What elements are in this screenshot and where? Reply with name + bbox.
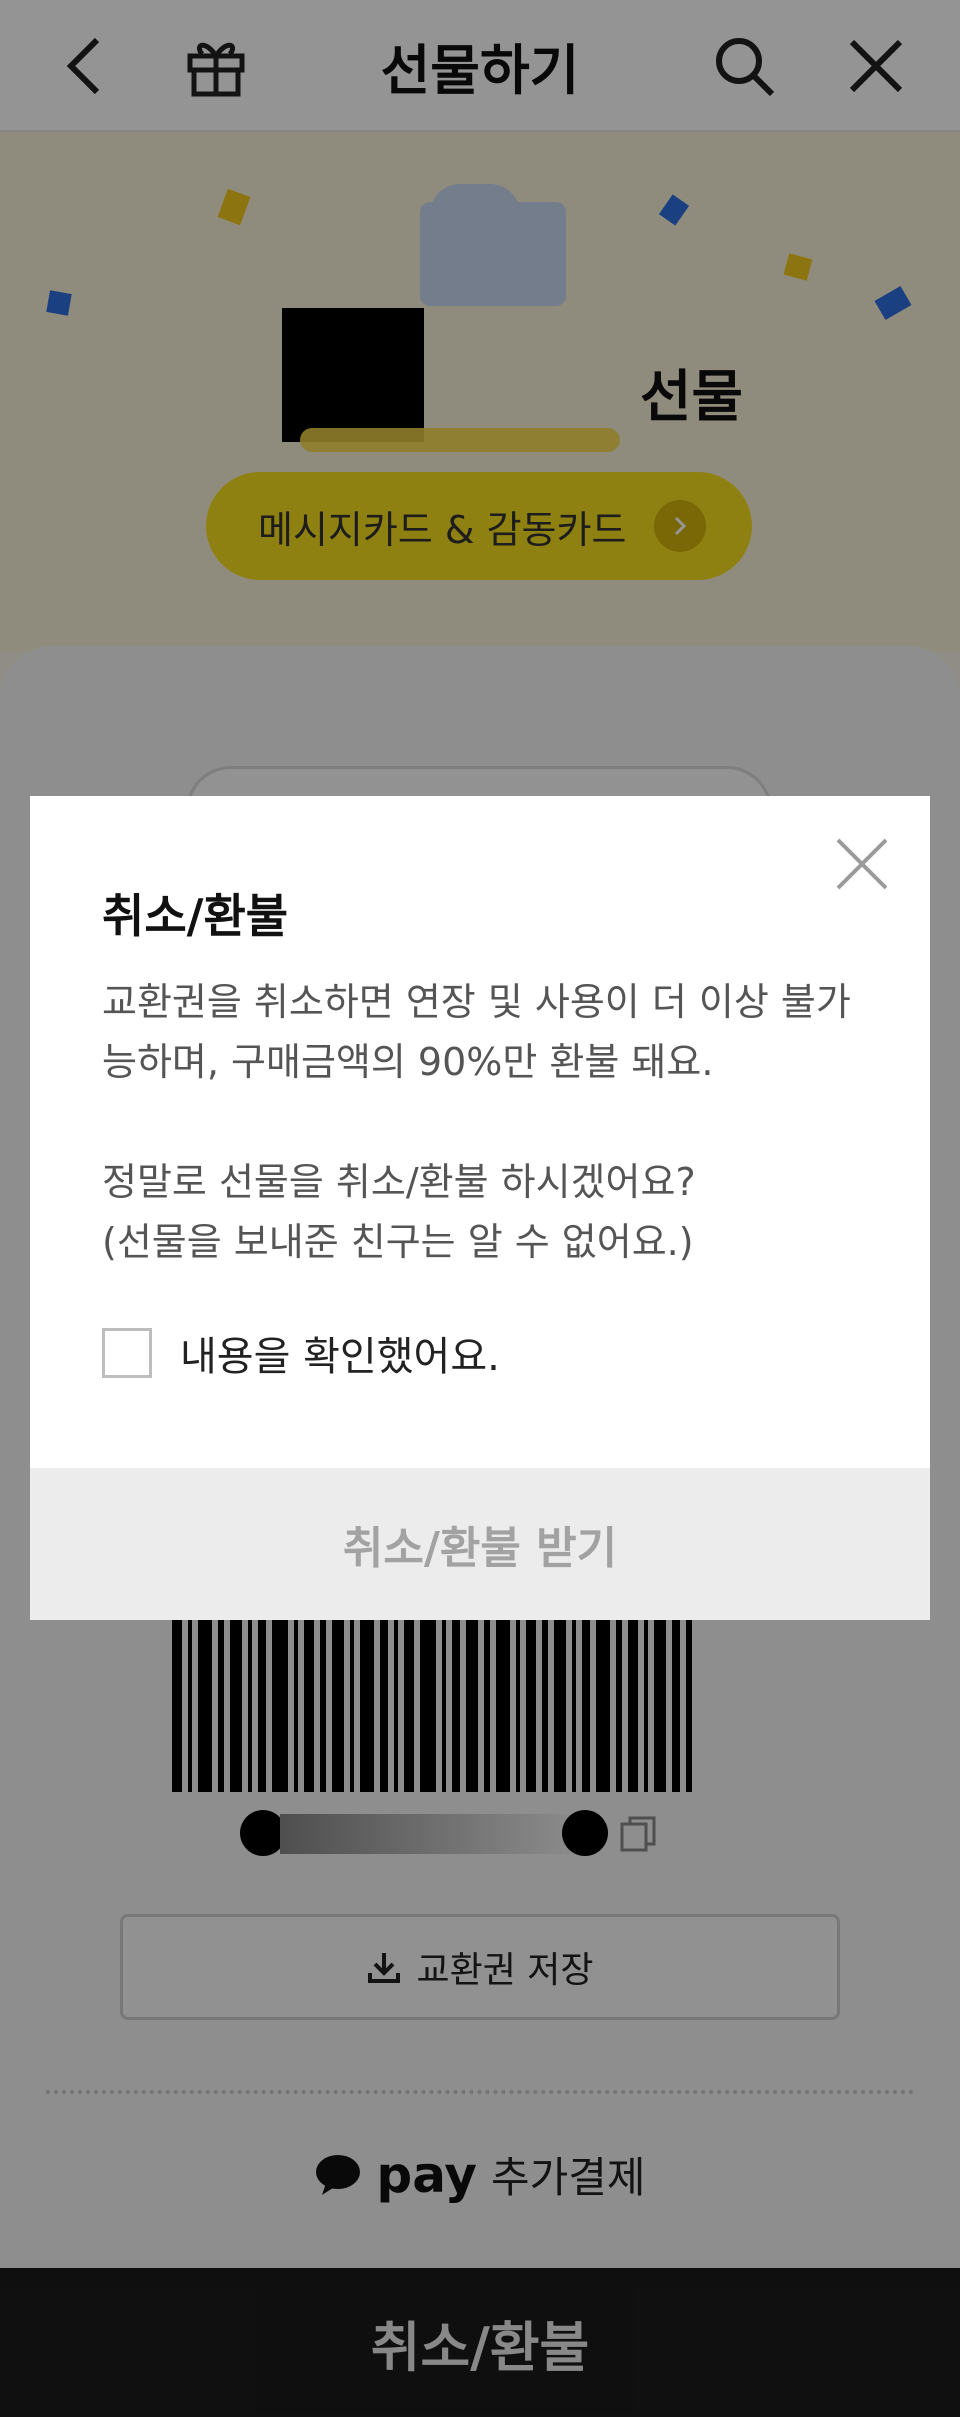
confirm-checkbox-row[interactable]: 내용을 확인했어요.: [102, 1324, 500, 1382]
close-icon: [836, 838, 888, 890]
confirm-checkbox[interactable]: [102, 1328, 152, 1378]
dialog-body: 교환권을 취소하면 연장 및 사용이 더 이상 불가능하며, 구매금액의 90%…: [102, 972, 872, 1272]
receive-refund-button[interactable]: 취소/환불 받기: [30, 1468, 930, 1620]
dialog-warning-text: 교환권을 취소하면 연장 및 사용이 더 이상 불가능하며, 구매금액의 90%…: [102, 980, 851, 1084]
receive-refund-label: 취소/환불 받기: [342, 1523, 618, 1574]
cancel-refund-dialog: 취소/환불 교환권을 취소하면 연장 및 사용이 더 이상 불가능하며, 구매금…: [30, 796, 930, 1620]
dialog-title: 취소/환불: [102, 889, 289, 943]
dialog-close-button[interactable]: [834, 836, 890, 892]
confirm-checkbox-label: 내용을 확인했어요.: [180, 1334, 500, 1380]
dialog-note-text: (선물을 보내준 친구는 알 수 없어요.): [102, 1220, 694, 1264]
dialog-question-text: 정말로 선물을 취소/환불 하시겠어요?: [102, 1160, 696, 1204]
